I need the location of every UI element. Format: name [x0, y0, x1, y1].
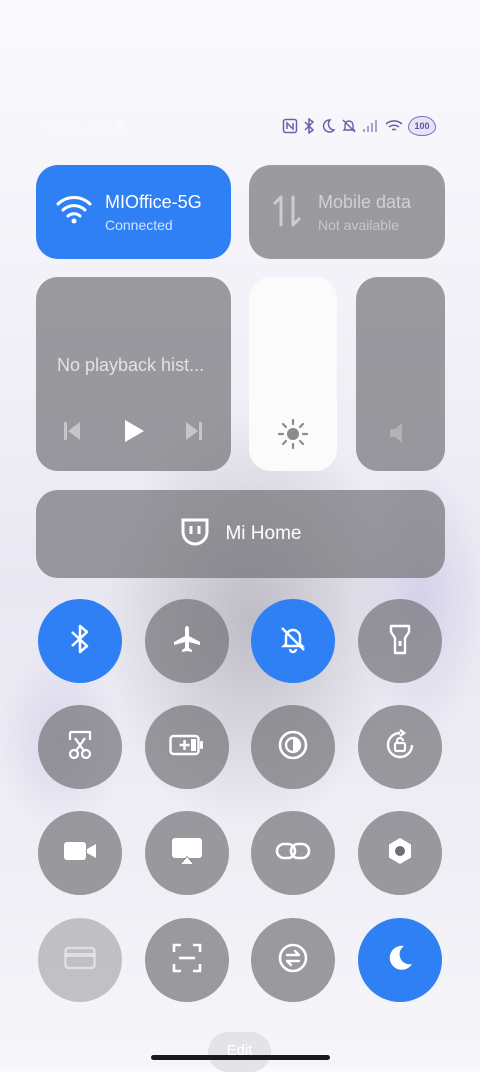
bluetooth-icon — [303, 118, 315, 134]
bluetooth-icon — [68, 623, 92, 660]
contrast-icon — [277, 729, 309, 766]
edit-button[interactable]: Edit — [208, 1032, 271, 1072]
dark-mode-toggle[interactable] — [358, 918, 442, 1002]
moon-icon — [385, 943, 415, 978]
airplane-mode-toggle[interactable] — [145, 599, 229, 683]
do-not-disturb-moon-icon — [320, 118, 336, 134]
sync-icon — [277, 942, 309, 979]
scanner-toggle[interactable] — [145, 918, 229, 1002]
wifi-icon — [385, 119, 403, 133]
wifi-tile[interactable]: MIOffice-5G Connected — [36, 165, 231, 259]
bell-off-icon — [278, 624, 308, 659]
wifi-icon — [56, 193, 92, 230]
wifi-network-name: MIOffice-5G — [105, 192, 202, 212]
home-indicator[interactable] — [151, 1055, 330, 1060]
mobile-data-icon — [269, 193, 305, 234]
speaker-icon — [386, 419, 414, 452]
status-icons: 100 — [282, 116, 436, 136]
flashlight-icon — [388, 623, 412, 660]
airplane-icon — [172, 624, 202, 659]
mobile-data-status: Not available — [318, 217, 399, 233]
media-player-tile[interactable]: No playback hist... — [36, 277, 231, 471]
sync-toggle[interactable] — [251, 918, 335, 1002]
reading-mode-toggle[interactable] — [251, 705, 335, 789]
previous-track-icon[interactable] — [62, 420, 82, 447]
cast-toggle[interactable] — [145, 811, 229, 895]
hexagon-settings-icon — [385, 836, 415, 871]
sun-icon — [277, 418, 309, 455]
mobile-data-tile[interactable]: Mobile data Not available — [249, 165, 445, 259]
rotation-lock-icon — [384, 728, 416, 766]
cast-icon — [171, 837, 203, 870]
mi-home-tile[interactable]: Mi Home — [36, 490, 445, 578]
silent-toggle[interactable] — [251, 599, 335, 683]
bluetooth-toggle[interactable] — [38, 599, 122, 683]
signal-icon — [362, 119, 380, 133]
flashlight-toggle[interactable] — [358, 599, 442, 683]
scissors-icon — [66, 730, 94, 765]
next-track-icon[interactable] — [184, 420, 204, 447]
brightness-slider[interactable] — [249, 277, 337, 471]
nfc-icon — [282, 118, 298, 134]
play-icon[interactable] — [122, 418, 146, 449]
screenshot-toggle[interactable] — [38, 705, 122, 789]
video-camera-icon — [63, 840, 97, 867]
mobile-data-title: Mobile data — [318, 192, 412, 212]
screen-recorder-toggle[interactable] — [38, 811, 122, 895]
status-date: Thu, Jun 8 — [46, 118, 125, 135]
volume-slider[interactable] — [356, 277, 445, 471]
mi-home-icon — [179, 516, 211, 553]
silent-bell-icon — [341, 118, 357, 134]
mi-home-label: Mi Home — [225, 523, 302, 544]
wifi-status: Connected — [105, 217, 173, 233]
link-icon — [275, 839, 311, 868]
link-toggle[interactable] — [251, 811, 335, 895]
lock-rotation-toggle[interactable] — [358, 705, 442, 789]
media-title: No playback hist... — [57, 355, 205, 375]
card-toggle[interactable] — [38, 918, 122, 1002]
settings-toggle[interactable] — [358, 811, 442, 895]
card-icon — [64, 946, 96, 975]
scan-icon — [172, 943, 202, 978]
battery-icon: 100 — [408, 116, 436, 136]
battery-plus-icon — [169, 734, 205, 761]
battery-saver-toggle[interactable] — [145, 705, 229, 789]
